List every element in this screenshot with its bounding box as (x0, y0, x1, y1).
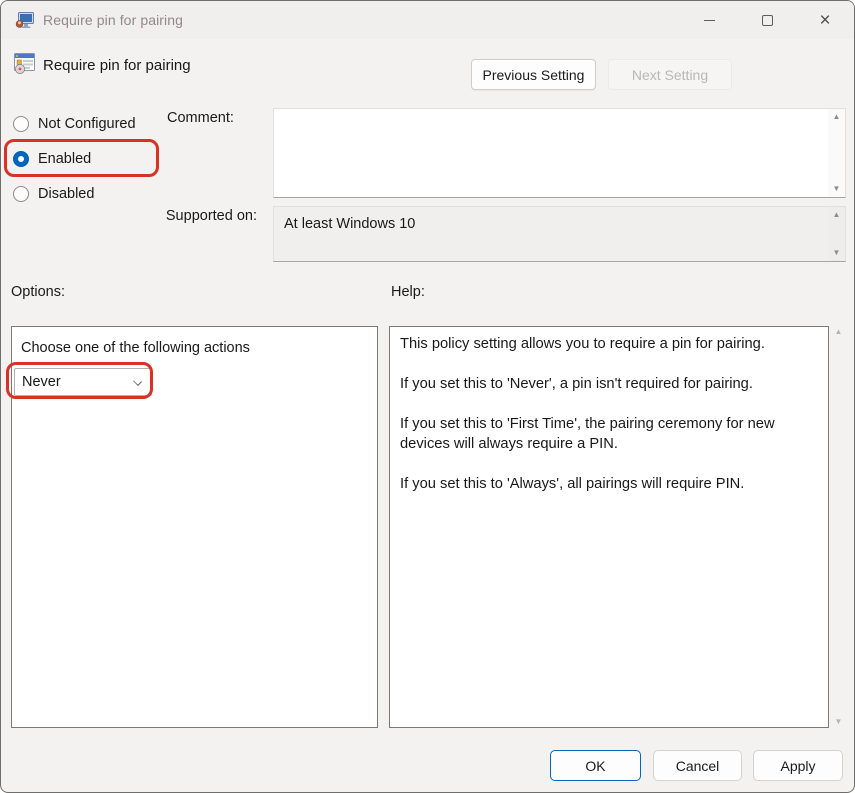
supported-on-value: At least Windows 10 (274, 207, 828, 261)
supported-scrollbar: ▲ ▼ (828, 207, 845, 261)
chevron-down-icon (133, 377, 142, 386)
minimize-icon (704, 20, 715, 21)
scroll-down-icon: ▼ (833, 249, 841, 257)
comment-label: Comment: (167, 110, 234, 126)
window-title: Require pin for pairing (43, 12, 183, 28)
maximize-button[interactable] (738, 1, 796, 39)
radio-enabled[interactable]: Enabled (13, 150, 91, 168)
scroll-down-icon[interactable]: ▼ (833, 185, 841, 193)
radio-disabled[interactable]: Disabled (13, 185, 94, 203)
radio-label: Enabled (38, 151, 91, 167)
maximize-icon (762, 15, 773, 26)
scroll-up-icon: ▲ (833, 211, 841, 219)
help-panel: This policy setting allows you to requir… (389, 326, 829, 728)
help-paragraph: If you set this to 'Always', all pairing… (400, 474, 818, 494)
close-button[interactable]: × (796, 1, 854, 39)
options-panel: Choose one of the following actions Neve… (11, 326, 378, 728)
help-label: Help: (391, 284, 425, 300)
action-dropdown[interactable]: Never (14, 368, 152, 396)
radio-label: Disabled (38, 186, 94, 202)
radio-not-configured[interactable]: Not Configured (13, 115, 136, 133)
apply-button[interactable]: Apply (753, 750, 843, 781)
help-paragraph: If you set this to 'Never', a pin isn't … (400, 374, 818, 394)
radio-circle-selected (13, 151, 29, 167)
action-dropdown-value: Never (22, 374, 61, 390)
comment-value (274, 109, 828, 197)
ok-button[interactable]: OK (550, 750, 641, 781)
close-icon: × (819, 11, 830, 30)
radio-label: Not Configured (38, 116, 136, 132)
titlebar: Require pin for pairing × (1, 1, 854, 39)
supported-on-label: Supported on: (151, 208, 257, 224)
choose-action-label: Choose one of the following actions (21, 340, 250, 356)
setting-name: Require pin for pairing (43, 57, 191, 74)
minimize-button[interactable] (680, 1, 738, 39)
next-setting-button[interactable]: Next Setting (608, 59, 732, 90)
help-paragraph: This policy setting allows you to requir… (400, 334, 818, 354)
group-policy-app-icon (15, 12, 34, 29)
radio-circle-unselected (13, 116, 29, 132)
comment-textarea[interactable]: ▲ ▼ (273, 108, 846, 198)
help-paragraph: If you set this to 'First Time', the pai… (400, 414, 818, 454)
scroll-down-icon[interactable]: ▼ (835, 718, 843, 726)
radio-dot (18, 156, 24, 162)
scroll-up-icon[interactable]: ▲ (833, 113, 841, 121)
cancel-button[interactable]: Cancel (653, 750, 742, 781)
policy-setting-icon (14, 53, 37, 75)
window-controls: × (680, 1, 854, 39)
radio-circle-unselected (13, 186, 29, 202)
policy-setting-dialog: Require pin for pairing × Require pin fo… (0, 0, 855, 793)
scroll-up-icon[interactable]: ▲ (835, 328, 843, 336)
supported-on-field: At least Windows 10 ▲ ▼ (273, 206, 846, 262)
options-label: Options: (11, 284, 65, 300)
previous-setting-button[interactable]: Previous Setting (471, 59, 596, 90)
help-scrollbar[interactable]: ▲ ▼ (831, 328, 846, 726)
comment-scrollbar[interactable]: ▲ ▼ (828, 109, 845, 197)
